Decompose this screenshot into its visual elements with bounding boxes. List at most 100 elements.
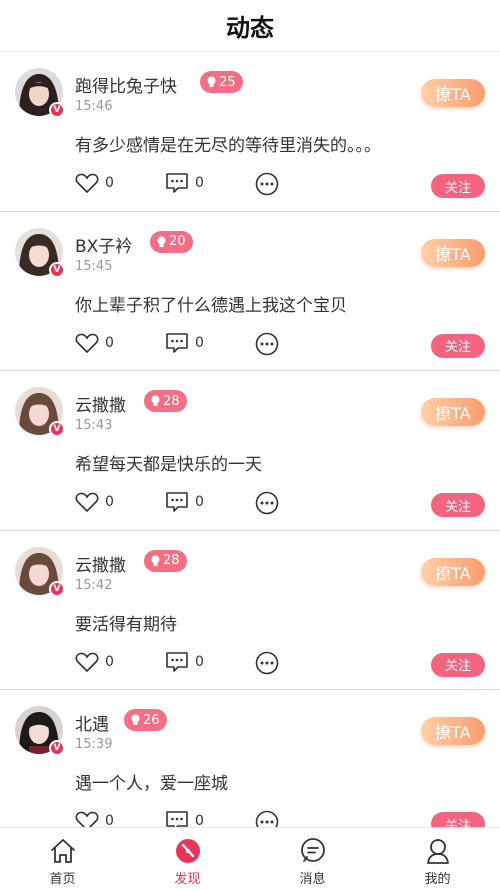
avatar[interactable]: V — [15, 546, 65, 597]
more-button[interactable] — [255, 810, 279, 827]
top-bar: 动态 — [0, 0, 500, 52]
post-content: 希望每天都是快乐的一天 — [75, 455, 262, 475]
level-value: 26 — [143, 712, 160, 728]
comment-icon — [166, 173, 188, 193]
comment-count: 0 — [195, 653, 204, 670]
comment-icon — [166, 811, 188, 827]
flirt-button[interactable]: 撩TA — [421, 398, 485, 426]
level-badge: 28 — [144, 390, 187, 412]
user-name[interactable]: 跑得比兔子快 — [75, 72, 177, 97]
tab-label: 发现 — [174, 872, 201, 887]
user-name[interactable]: BX子衿 — [75, 232, 132, 257]
flirt-button[interactable]: 撩TA — [421, 557, 485, 586]
level-badge: 25 — [200, 71, 243, 93]
follow-button[interactable]: 关注 — [431, 174, 485, 198]
discover-icon — [173, 836, 203, 866]
tab-discover[interactable]: 发现 — [125, 828, 250, 890]
lightbulb-icon — [151, 555, 160, 567]
comment-count: 0 — [195, 175, 204, 191]
verified-badge-icon: V — [49, 102, 65, 118]
comment-count: 0 — [195, 813, 204, 827]
flirt-button[interactable]: 撩TA — [421, 238, 485, 267]
more-icon — [255, 332, 279, 355]
tab-messages[interactable]: 消息 — [250, 828, 375, 890]
follow-button[interactable]: 关注 — [431, 333, 485, 358]
comment-icon — [166, 332, 188, 353]
user-name[interactable]: 北遇 — [75, 710, 109, 735]
verified-badge-icon: V — [49, 580, 65, 597]
comment-count: 0 — [195, 494, 204, 510]
verified-badge-icon: V — [49, 421, 65, 437]
post-content: 遇一个人，爱一座城 — [75, 774, 228, 794]
like-button[interactable]: 0 — [75, 810, 114, 827]
level-badge: 28 — [144, 549, 187, 572]
avatar[interactable]: V — [15, 706, 65, 756]
more-button[interactable] — [255, 491, 279, 515]
more-icon — [255, 810, 279, 827]
level-value: 28 — [163, 553, 180, 568]
like-count: 0 — [105, 334, 114, 351]
comment-button[interactable]: 0 — [165, 172, 204, 194]
comment-count: 0 — [195, 334, 204, 351]
feed-post: V 云撒撒 28 15:43 撩TA 希望每天都是快乐的一天 0 0 关注 — [0, 371, 500, 531]
comment-button[interactable]: 0 — [165, 332, 204, 354]
post-time: 15:43 — [75, 418, 113, 433]
more-button[interactable] — [255, 651, 279, 675]
post-time: 15:42 — [75, 577, 113, 593]
comment-button[interactable]: 0 — [165, 810, 204, 827]
bottom-tab-bar: 首页 发现 消息 我的 — [0, 827, 500, 890]
heart-icon — [75, 173, 99, 194]
user-name[interactable]: 云撒撒 — [75, 551, 126, 576]
level-badge: 26 — [124, 709, 167, 731]
post-time: 15:46 — [75, 99, 113, 114]
heart-icon — [75, 492, 99, 513]
feed-post: V 北遇 26 15:39 撩TA 遇一个人，爱一座城 0 0 关注 — [0, 690, 500, 827]
flirt-button[interactable]: 撩TA — [421, 717, 485, 745]
like-button[interactable]: 0 — [75, 491, 114, 513]
level-value: 28 — [163, 393, 180, 409]
level-badge: 20 — [150, 230, 193, 253]
feed-post: V 云撒撒 28 15:42 撩TA 要活得有期待 0 0 关注 — [0, 531, 500, 690]
home-icon — [48, 836, 78, 866]
lightbulb-icon — [207, 76, 216, 88]
more-button[interactable] — [255, 332, 279, 356]
tab-label: 消息 — [299, 872, 326, 887]
like-count: 0 — [105, 813, 114, 827]
tab-home[interactable]: 首页 — [0, 828, 125, 890]
more-icon — [255, 651, 279, 674]
lightbulb-icon — [157, 236, 166, 248]
post-content: 有多少感情是在无尽的等待里消失的。。。 — [75, 136, 381, 156]
post-time: 15:45 — [75, 258, 113, 274]
tab-profile[interactable]: 我的 — [375, 828, 500, 890]
feed-post: V 跑得比兔子快 25 15:46 撩TA 有多少感情是在无尽的等待里消失的。。… — [0, 52, 500, 212]
heart-icon — [75, 652, 99, 672]
flirt-button[interactable]: 撩TA — [421, 79, 485, 107]
feed-list[interactable]: V 跑得比兔子快 25 15:46 撩TA 有多少感情是在无尽的等待里消失的。。… — [0, 52, 500, 827]
avatar[interactable]: V — [15, 227, 65, 278]
heart-icon — [75, 811, 99, 827]
like-button[interactable]: 0 — [75, 332, 114, 354]
more-button[interactable] — [255, 172, 279, 196]
like-count: 0 — [105, 494, 114, 510]
user-name[interactable]: 云撒撒 — [75, 391, 126, 416]
more-icon — [255, 172, 279, 196]
heart-icon — [75, 333, 99, 353]
like-button[interactable]: 0 — [75, 172, 114, 194]
tab-label: 我的 — [424, 872, 451, 887]
avatar[interactable]: V — [15, 68, 65, 118]
level-value: 20 — [169, 234, 186, 249]
avatar[interactable]: V — [15, 387, 65, 437]
profile-icon — [423, 836, 453, 866]
page-title: 动态 — [226, 14, 274, 42]
follow-button[interactable]: 关注 — [431, 812, 485, 827]
follow-button[interactable]: 关注 — [431, 493, 485, 517]
like-button[interactable]: 0 — [75, 651, 114, 673]
follow-button[interactable]: 关注 — [431, 652, 485, 677]
verified-badge-icon: V — [49, 261, 65, 278]
comment-button[interactable]: 0 — [165, 491, 204, 513]
tab-label: 首页 — [49, 872, 76, 887]
like-count: 0 — [105, 175, 114, 191]
comment-button[interactable]: 0 — [165, 651, 204, 673]
message-icon — [298, 836, 328, 866]
feed-post: V BX子衿 20 15:45 撩TA 你上辈子积了什么德遇上我这个宝贝 0 0… — [0, 212, 500, 371]
